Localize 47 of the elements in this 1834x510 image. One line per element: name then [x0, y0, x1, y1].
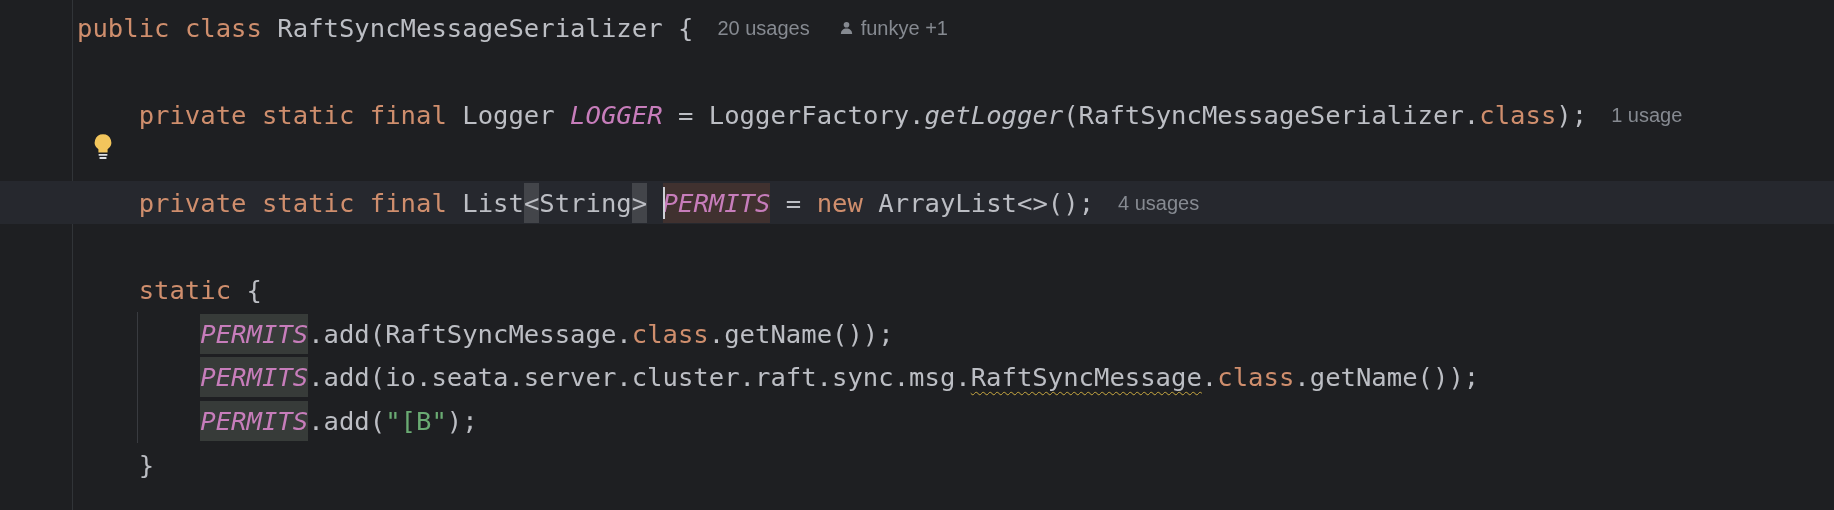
code-text: ); — [1556, 99, 1588, 133]
constant-name: PERMITS — [200, 401, 309, 442]
code-text: < — [523, 182, 540, 223]
usages-hint[interactable]: 4 usages — [1118, 188, 1200, 217]
keyword: private — [138, 186, 248, 220]
keyword: static — [261, 186, 356, 220]
keyword: static — [261, 99, 356, 133]
code-text: ArrayList<>(); — [878, 186, 1095, 220]
keyword: final — [369, 99, 448, 133]
usages-hint[interactable]: 1 usage — [1611, 101, 1683, 130]
keyword: class — [1479, 99, 1557, 133]
constant-name: PERMITS — [200, 313, 309, 354]
keyword: public — [77, 11, 171, 45]
code-text: .getName()); — [708, 317, 894, 351]
string-literal: "[B" — [385, 405, 447, 439]
person-icon — [839, 21, 853, 35]
keyword: new — [816, 186, 864, 220]
code-text: .add(io.seata.server.cluster.raft.sync.msg. — [308, 361, 971, 395]
constant-name: PERMITS — [662, 182, 771, 223]
lightbulb-icon[interactable] — [92, 133, 114, 162]
code-text: . — [1201, 361, 1218, 395]
code-text: { — [246, 273, 262, 307]
author-hint[interactable]: funkye +1 — [839, 13, 948, 42]
keyword: static — [138, 273, 233, 307]
code-text: RaftSyncMessage — [970, 361, 1202, 395]
code-text: ); — [446, 405, 478, 439]
keyword: final — [369, 186, 448, 220]
code-text: String — [539, 186, 632, 220]
constant-name: LOGGER — [570, 99, 663, 133]
code-text: (RaftSyncMessageSerializer. — [1063, 99, 1480, 133]
code-text: Logger — [462, 99, 556, 133]
code-text: List — [462, 186, 524, 220]
code-text: = — [784, 186, 803, 220]
method-call: getLogger — [924, 99, 1064, 133]
constant-name: PERMITS — [200, 357, 309, 398]
code-text: .add( — [308, 405, 386, 439]
code-text: .getName()); — [1294, 361, 1480, 395]
keyword: class — [631, 317, 709, 351]
code-text: .add(RaftSyncMessage. — [308, 317, 632, 351]
keyword: class — [184, 11, 263, 45]
code-text: RaftSyncMessageSerializer { — [277, 11, 694, 45]
keyword: class — [1217, 361, 1295, 395]
usages-hint[interactable]: 20 usages — [717, 13, 810, 42]
code-text: > — [631, 182, 648, 223]
keyword: private — [138, 99, 248, 133]
code-text: = LoggerFactory. — [676, 99, 925, 133]
code-text: } — [138, 448, 155, 482]
